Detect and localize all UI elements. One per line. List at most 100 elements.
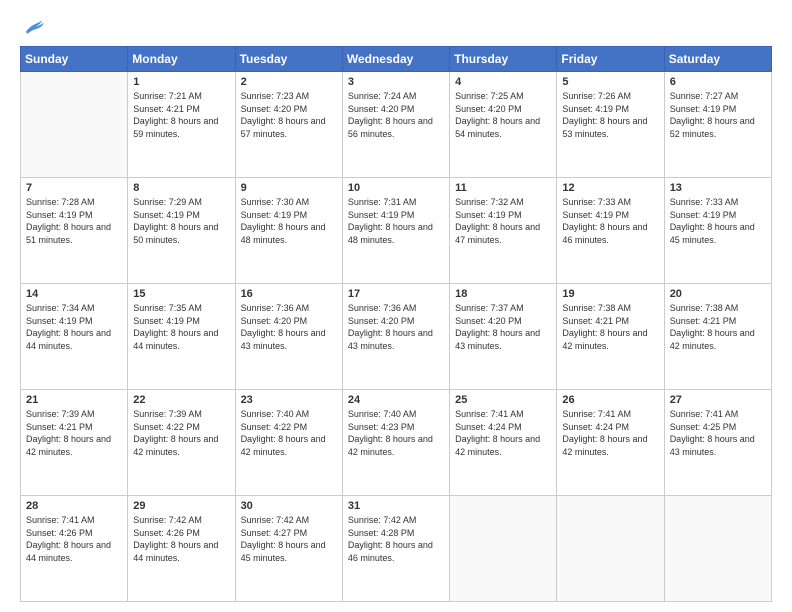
day-info: Sunrise: 7:40 AM Sunset: 4:23 PM Dayligh… [348,408,444,458]
calendar-day-cell: 21 Sunrise: 7:39 AM Sunset: 4:21 PM Dayli… [21,390,128,496]
day-number: 19 [562,288,658,300]
day-of-week-header: Monday [128,47,235,72]
calendar-week-row: 7 Sunrise: 7:28 AM Sunset: 4:19 PM Daylig… [21,178,772,284]
day-number: 26 [562,394,658,406]
day-number: 23 [241,394,337,406]
day-number: 25 [455,394,551,406]
calendar-week-row: 21 Sunrise: 7:39 AM Sunset: 4:21 PM Dayli… [21,390,772,496]
calendar-day-cell: 1 Sunrise: 7:21 AM Sunset: 4:21 PM Daylig… [128,72,235,178]
calendar-day-cell: 12 Sunrise: 7:33 AM Sunset: 4:19 PM Dayli… [557,178,664,284]
day-number: 28 [26,500,122,512]
calendar-day-cell: 13 Sunrise: 7:33 AM Sunset: 4:19 PM Dayli… [664,178,771,284]
day-number: 30 [241,500,337,512]
day-number: 27 [670,394,766,406]
day-of-week-header: Saturday [664,47,771,72]
day-info: Sunrise: 7:33 AM Sunset: 4:19 PM Dayligh… [562,196,658,246]
day-number: 4 [455,76,551,88]
header [20,18,772,36]
day-info: Sunrise: 7:32 AM Sunset: 4:19 PM Dayligh… [455,196,551,246]
calendar-day-cell [450,496,557,602]
calendar-day-cell: 19 Sunrise: 7:38 AM Sunset: 4:21 PM Dayli… [557,284,664,390]
calendar-day-cell: 30 Sunrise: 7:42 AM Sunset: 4:27 PM Dayli… [235,496,342,602]
calendar-header-row: SundayMondayTuesdayWednesdayThursdayFrid… [21,47,772,72]
calendar-day-cell: 24 Sunrise: 7:40 AM Sunset: 4:23 PM Dayli… [342,390,449,496]
day-info: Sunrise: 7:30 AM Sunset: 4:19 PM Dayligh… [241,196,337,246]
day-info: Sunrise: 7:38 AM Sunset: 4:21 PM Dayligh… [670,302,766,352]
day-info: Sunrise: 7:39 AM Sunset: 4:22 PM Dayligh… [133,408,229,458]
day-number: 16 [241,288,337,300]
day-info: Sunrise: 7:42 AM Sunset: 4:27 PM Dayligh… [241,514,337,564]
day-info: Sunrise: 7:35 AM Sunset: 4:19 PM Dayligh… [133,302,229,352]
page: SundayMondayTuesdayWednesdayThursdayFrid… [0,0,792,612]
day-info: Sunrise: 7:31 AM Sunset: 4:19 PM Dayligh… [348,196,444,246]
day-number: 6 [670,76,766,88]
day-number: 24 [348,394,444,406]
day-info: Sunrise: 7:21 AM Sunset: 4:21 PM Dayligh… [133,90,229,140]
day-info: Sunrise: 7:28 AM Sunset: 4:19 PM Dayligh… [26,196,122,246]
day-of-week-header: Tuesday [235,47,342,72]
day-info: Sunrise: 7:42 AM Sunset: 4:26 PM Dayligh… [133,514,229,564]
day-of-week-header: Friday [557,47,664,72]
day-info: Sunrise: 7:23 AM Sunset: 4:20 PM Dayligh… [241,90,337,140]
calendar-day-cell: 27 Sunrise: 7:41 AM Sunset: 4:25 PM Dayli… [664,390,771,496]
day-info: Sunrise: 7:42 AM Sunset: 4:28 PM Dayligh… [348,514,444,564]
calendar-day-cell: 6Sunrise: 7:27 AM Sunset: 4:19 PM Daylig… [664,72,771,178]
day-number: 10 [348,182,444,194]
calendar-table: SundayMondayTuesdayWednesdayThursdayFrid… [20,46,772,602]
day-number: 18 [455,288,551,300]
calendar-day-cell: 14Sunrise: 7:34 AM Sunset: 4:19 PM Dayli… [21,284,128,390]
day-number: 13 [670,182,766,194]
day-number: 15 [133,288,229,300]
calendar-day-cell: 9 Sunrise: 7:30 AM Sunset: 4:19 PM Daylig… [235,178,342,284]
logo [20,18,44,36]
calendar-day-cell: 20 Sunrise: 7:38 AM Sunset: 4:21 PM Dayli… [664,284,771,390]
day-number: 9 [241,182,337,194]
day-info: Sunrise: 7:36 AM Sunset: 4:20 PM Dayligh… [241,302,337,352]
day-info: Sunrise: 7:41 AM Sunset: 4:25 PM Dayligh… [670,408,766,458]
day-number: 7 [26,182,122,194]
calendar-day-cell: 3 Sunrise: 7:24 AM Sunset: 4:20 PM Daylig… [342,72,449,178]
day-info: Sunrise: 7:37 AM Sunset: 4:20 PM Dayligh… [455,302,551,352]
calendar-day-cell [557,496,664,602]
calendar-day-cell: 31 Sunrise: 7:42 AM Sunset: 4:28 PM Dayli… [342,496,449,602]
calendar-day-cell [21,72,128,178]
calendar-week-row: 28Sunrise: 7:41 AM Sunset: 4:26 PM Dayli… [21,496,772,602]
day-info: Sunrise: 7:34 AM Sunset: 4:19 PM Dayligh… [26,302,122,352]
day-number: 2 [241,76,337,88]
day-number: 8 [133,182,229,194]
day-number: 1 [133,76,229,88]
calendar-day-cell: 2 Sunrise: 7:23 AM Sunset: 4:20 PM Daylig… [235,72,342,178]
day-number: 5 [562,76,658,88]
calendar-day-cell: 10 Sunrise: 7:31 AM Sunset: 4:19 PM Dayli… [342,178,449,284]
day-info: Sunrise: 7:29 AM Sunset: 4:19 PM Dayligh… [133,196,229,246]
day-info: Sunrise: 7:39 AM Sunset: 4:21 PM Dayligh… [26,408,122,458]
calendar-day-cell: 23Sunrise: 7:40 AM Sunset: 4:22 PM Dayli… [235,390,342,496]
day-info: Sunrise: 7:25 AM Sunset: 4:20 PM Dayligh… [455,90,551,140]
day-info: Sunrise: 7:36 AM Sunset: 4:20 PM Dayligh… [348,302,444,352]
calendar-day-cell: 11Sunrise: 7:32 AM Sunset: 4:19 PM Dayli… [450,178,557,284]
day-of-week-header: Sunday [21,47,128,72]
calendar-week-row: 1 Sunrise: 7:21 AM Sunset: 4:21 PM Daylig… [21,72,772,178]
day-info: Sunrise: 7:38 AM Sunset: 4:21 PM Dayligh… [562,302,658,352]
day-info: Sunrise: 7:33 AM Sunset: 4:19 PM Dayligh… [670,196,766,246]
logo-bird-icon [22,18,44,36]
calendar-day-cell: 8 Sunrise: 7:29 AM Sunset: 4:19 PM Daylig… [128,178,235,284]
day-of-week-header: Thursday [450,47,557,72]
calendar-week-row: 14Sunrise: 7:34 AM Sunset: 4:19 PM Dayli… [21,284,772,390]
day-number: 31 [348,500,444,512]
day-number: 3 [348,76,444,88]
calendar-day-cell: 16 Sunrise: 7:36 AM Sunset: 4:20 PM Dayli… [235,284,342,390]
day-number: 21 [26,394,122,406]
calendar-day-cell: 5Sunrise: 7:26 AM Sunset: 4:19 PM Daylig… [557,72,664,178]
calendar-day-cell: 4 Sunrise: 7:25 AM Sunset: 4:20 PM Daylig… [450,72,557,178]
day-number: 22 [133,394,229,406]
day-number: 12 [562,182,658,194]
day-number: 29 [133,500,229,512]
day-info: Sunrise: 7:41 AM Sunset: 4:24 PM Dayligh… [562,408,658,458]
day-number: 17 [348,288,444,300]
day-info: Sunrise: 7:41 AM Sunset: 4:24 PM Dayligh… [455,408,551,458]
calendar-day-cell: 26 Sunrise: 7:41 AM Sunset: 4:24 PM Dayli… [557,390,664,496]
day-number: 20 [670,288,766,300]
day-info: Sunrise: 7:24 AM Sunset: 4:20 PM Dayligh… [348,90,444,140]
calendar-day-cell [664,496,771,602]
